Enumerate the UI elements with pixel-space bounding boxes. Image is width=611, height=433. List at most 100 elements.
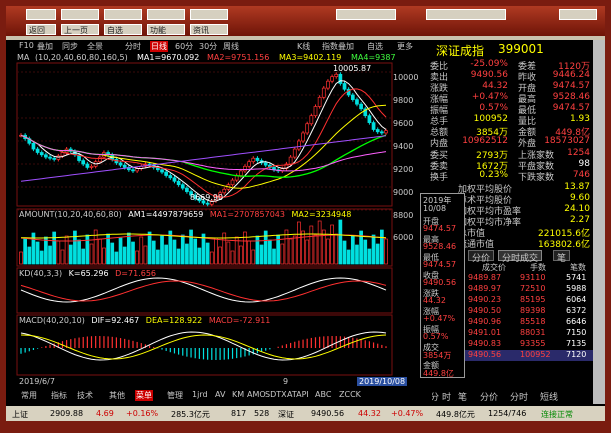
amount-bar: [292, 235, 297, 265]
quote-label: 昨收: [518, 73, 537, 83]
quote-label: 开盘: [518, 84, 537, 94]
trade-price: 9490.23: [468, 295, 502, 304]
popup-value: 9474.57: [423, 224, 457, 233]
candle-body: [160, 169, 164, 173]
amount-label: AMOUNT: [19, 210, 55, 219]
indicator-tab[interactable]: 其他: [109, 390, 125, 401]
candle-body: [288, 156, 293, 165]
indicator-tab[interactable]: ZCCK: [339, 390, 361, 399]
quote-label: 最低: [518, 106, 537, 116]
yaxis-label: 10000: [393, 73, 419, 82]
amount-bar: [350, 235, 355, 265]
trade-header: 成交价: [482, 263, 506, 272]
amount-bar: [122, 246, 127, 265]
amount-bar: [251, 249, 256, 265]
quote-label: 振幅: [430, 106, 449, 116]
amount-bar: [172, 239, 177, 265]
bottom-tab-fenshi[interactable]: 分时: [510, 390, 528, 403]
indicator-tab[interactable]: AV: [215, 390, 225, 399]
quote-label: 金额: [518, 128, 537, 138]
quote-name: 深证成指: [436, 44, 485, 58]
amount-bar: [288, 238, 293, 265]
quote-label: 委卖: [430, 162, 449, 172]
candle-body: [131, 169, 135, 172]
quote-label: 委比: [430, 62, 449, 72]
xaxis-mid: 9: [283, 377, 289, 386]
macd-legend: MACD(40,20,10) DIF=92.467 DEA=128.922 MA…: [19, 316, 270, 325]
trade-count: 6064: [566, 295, 587, 304]
trade-volume: 93110: [520, 273, 546, 282]
status-down-count: 528: [254, 409, 270, 418]
candle-body: [85, 163, 90, 168]
indicator-tab[interactable]: ABC: [315, 390, 331, 399]
yaxis-label: 9600: [393, 119, 414, 128]
candle-body: [35, 148, 40, 153]
amount-bar: [44, 236, 48, 265]
amount-bar: [305, 239, 310, 265]
amount-bar: [218, 246, 222, 265]
popup-value: 9474.57: [423, 260, 457, 269]
kd-k: K=65.296: [68, 269, 109, 278]
candle-body: [185, 187, 189, 192]
bottom-tab-duanxian[interactable]: 短线: [540, 390, 558, 403]
amount-legend: AMOUNT(10,20,40,60,80) AM1=4497879659 MA…: [19, 210, 351, 219]
indicator-tab[interactable]: 技术: [77, 390, 93, 401]
indicator-tab[interactable]: AMO: [247, 390, 266, 399]
amount-bar: [27, 246, 32, 265]
indicator-tab[interactable]: 菜单: [135, 390, 153, 401]
app-window: 返回 上一页 自选 功能 资讯 F10 叠加 同步 全景 分时 日线 60分 3…: [0, 0, 611, 433]
tab-tick-trades[interactable]: 分时成交: [498, 250, 543, 264]
amount-bar: [380, 229, 384, 265]
amount-bar: [334, 233, 339, 265]
amount-bar: [35, 241, 40, 265]
vertical-scrollbar[interactable]: [593, 40, 605, 404]
trade-count: 6646: [566, 317, 587, 326]
amount-params: (10,20,40,60,80): [54, 210, 122, 219]
amount-bar: [135, 250, 139, 265]
bottom-tab-bi[interactable]: 笔: [458, 390, 467, 403]
trade-volume: 89398: [520, 306, 546, 315]
indicator-tab[interactable]: KM: [232, 390, 244, 399]
candle-body: [313, 106, 318, 117]
quote-value: 2793万: [476, 151, 508, 161]
quote-label: 算术平均股价: [458, 196, 513, 206]
candle-body: [118, 162, 123, 166]
candle-body: [350, 94, 355, 100]
indicator-tab[interactable]: 1jrd: [192, 390, 208, 399]
indicator-tab[interactable]: 指标: [51, 390, 67, 401]
trade-price: 9489.97: [468, 284, 502, 293]
candle-body: [205, 202, 210, 205]
candle-body: [326, 80, 330, 89]
ma4-line: [20, 134, 387, 178]
amount-ma2: MA2=3234948: [291, 210, 352, 219]
amount-bar: [81, 248, 86, 265]
ma2-line: [20, 88, 387, 198]
tab-trades[interactable]: 笔: [553, 250, 571, 264]
indicator-tab[interactable]: 常用: [21, 390, 37, 401]
bottom-tab-fenjia[interactable]: 分价: [480, 390, 498, 403]
kd-k-line: [20, 277, 387, 303]
status-connection: 连接正常: [541, 410, 573, 419]
amount-bar: [126, 232, 131, 265]
macd-dif: DIF=92.467: [91, 316, 140, 325]
yaxis-label: 9200: [393, 165, 414, 174]
candle-body: [251, 157, 256, 163]
indicator-tab[interactable]: SDTX: [265, 390, 287, 399]
amount-bar: [89, 243, 94, 265]
indicator-tab[interactable]: 管理: [167, 390, 183, 401]
status-bar: 上证 2909.88 4.69 +0.16% 285.3亿元 817 528 深…: [6, 406, 605, 421]
indicator-tab[interactable]: ATAPI: [287, 390, 309, 399]
trade-volume: 72510: [520, 284, 546, 293]
amount-bar: [326, 238, 330, 265]
popup-value: 449.8亿: [423, 369, 454, 378]
amount-bar: [180, 234, 185, 265]
candle-body: [297, 140, 301, 150]
amount-bar: [52, 231, 57, 265]
quote-label: 换手: [430, 173, 449, 183]
bottom-tab-shi[interactable]: 时: [442, 390, 451, 403]
quote-value: 98: [578, 159, 590, 169]
candle-body: [238, 170, 243, 176]
bottom-border: [0, 421, 611, 433]
quote-label: 量比: [518, 117, 537, 127]
tab-price-distribution[interactable]: 分价: [468, 250, 495, 264]
